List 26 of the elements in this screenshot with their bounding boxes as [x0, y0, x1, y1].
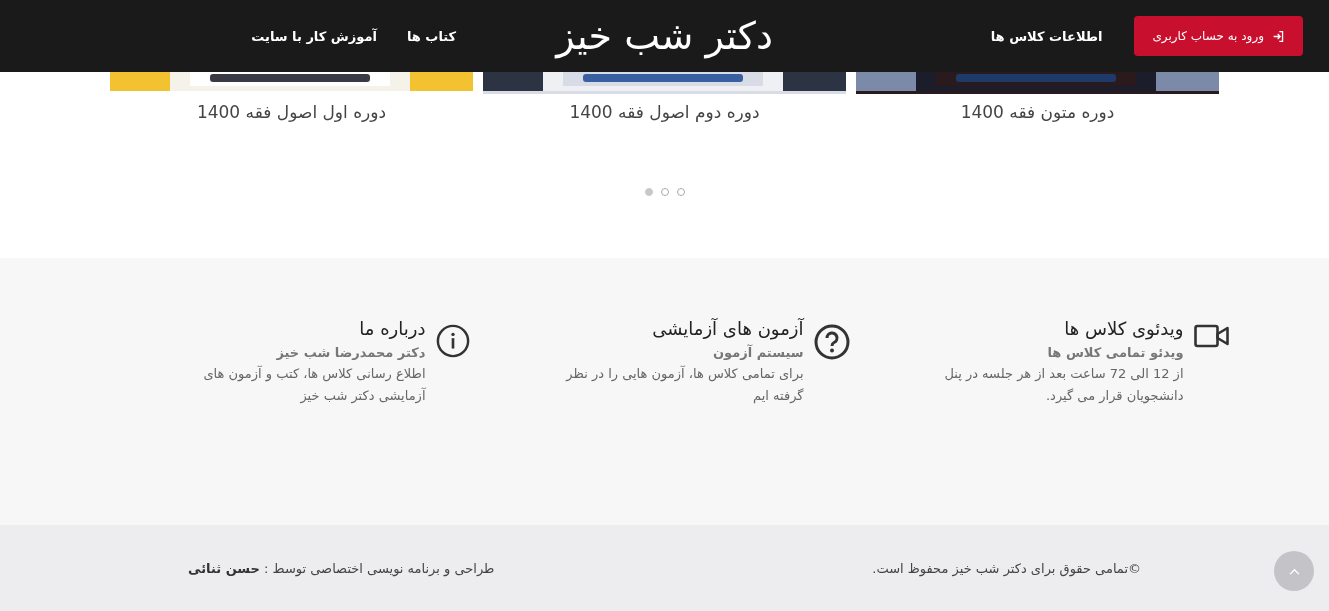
nav-link[interactable]: آموزش کار با سایت — [251, 28, 377, 44]
feature-description: اطلاع رسانی کلاس ها، کتب و آزمون های آزمایشی دکتر شب خیز — [202, 364, 426, 406]
chevron-up-icon — [1288, 567, 1300, 575]
login-button[interactable]: ورود به حساب کاربری — [1134, 16, 1303, 56]
feature-description: برای تمامی کلاس ها، آزمون هایی را در نظر گرفته ایم — [564, 364, 804, 406]
feature-subtitle: ویدئو تمامی کلاس ها — [1046, 345, 1184, 360]
feature-title: درباره ما — [358, 318, 426, 339]
copyright-text: ©تمامی حقوق برای دکتر شب خیز محفوظ است. — [872, 560, 1141, 576]
feature-subtitle: سیستم آزمون — [711, 345, 804, 360]
feature-title: آزمون های آزمایشی — [651, 318, 804, 339]
help-icon — [813, 324, 850, 360]
nav-link[interactable]: کتاب ها — [406, 28, 457, 44]
credit-text: طراحی و برنامه نویسی اختصاصی توسط : حسن ثنائی — [188, 560, 495, 576]
feature-subtitle: دکتر محمدرضا شب خیز — [275, 345, 426, 360]
feature-title: ویدئوی کلاس ها — [1063, 318, 1184, 339]
scroll-top-button[interactable] — [1274, 551, 1314, 591]
feature-description: از 12 الی 72 ساعت بعد از هر جلسه در پنل دانشجویان قرار می گیرد. — [943, 365, 1184, 406]
sign-in-icon — [1272, 29, 1285, 43]
course-title[interactable]: دوره متون فقه 1400 — [960, 102, 1115, 122]
video-camera-icon — [1193, 324, 1230, 348]
course-title[interactable]: دوره دوم اصول فقه 1400 — [569, 102, 760, 122]
course-title[interactable]: دوره اول اصول فقه 1400 — [196, 102, 387, 122]
site-logo[interactable]: دکتر شب خیز — [456, 14, 873, 58]
carousel-dot[interactable] — [644, 188, 653, 196]
nav-link[interactable]: اطلاعات کلاس ها — [990, 28, 1103, 44]
info-icon — [435, 324, 470, 358]
